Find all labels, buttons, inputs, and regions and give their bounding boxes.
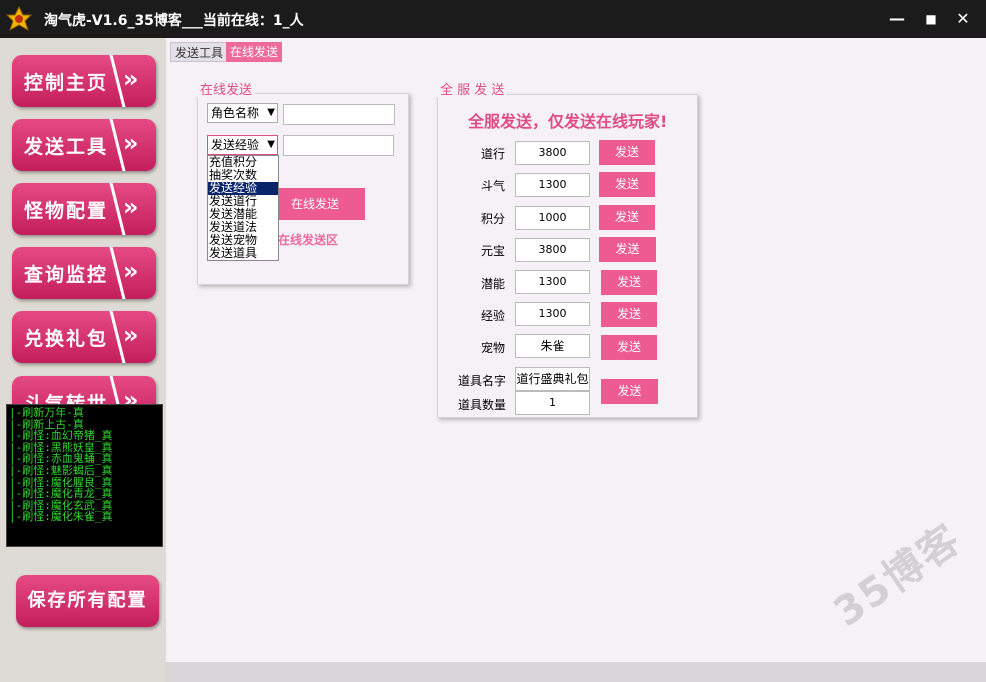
send-potential-button[interactable]: 发送 [601, 270, 657, 295]
online-send-area-label: 在线发送区 [278, 233, 339, 247]
chevron-down-icon: ▼ [267, 107, 275, 118]
log-line: |-刷怪:魔化朱雀_真 [9, 510, 113, 524]
points-input[interactable]: 1000 [515, 206, 590, 230]
row-label-exp: 经验 [480, 309, 505, 323]
nav-label: 控制主页 [24, 72, 109, 94]
double-chevron-right-icon: » [123, 321, 138, 349]
nav-send-tools-button[interactable]: 发送工具 » [12, 119, 156, 171]
nav-monster-config-button[interactable]: 怪物配置 » [12, 183, 156, 235]
target-name-input[interactable] [283, 104, 395, 125]
item-name-input[interactable]: 道行盛典礼包 [515, 367, 590, 391]
send-pet-button[interactable]: 发送 [601, 335, 657, 360]
double-chevron-right-icon: » [123, 257, 138, 285]
item-name-label: 道具名字 [457, 374, 506, 388]
daoxing-input[interactable]: 3800 [515, 141, 590, 165]
douqi-input[interactable]: 1300 [515, 173, 590, 197]
row-label-points: 积分 [480, 212, 505, 226]
send-points-button[interactable]: 发送 [599, 205, 655, 230]
title-bar: 淘气虎-V1.6_35博客___当前在线：1_人 — ■ ✕ [0, 0, 986, 38]
send-item-button[interactable]: 发送 [601, 379, 658, 404]
item-quantity-input[interactable]: 1 [515, 391, 590, 415]
tiger-logo-icon [6, 6, 32, 32]
row-label-yuanbao: 元宝 [480, 244, 505, 258]
nav-label: 怪物配置 [24, 200, 109, 222]
minimize-button[interactable]: — [886, 8, 908, 30]
pet-input[interactable]: 朱雀 [515, 334, 590, 358]
online-send-button[interactable]: 在线发送 [265, 188, 365, 220]
maximize-button[interactable]: ■ [920, 8, 942, 30]
send-type-dropdown-list[interactable]: 充值积分 抽奖次数 发送经验 发送道行 发送潜能 发送道法 发送宠物 发送道具 [207, 155, 279, 261]
send-daoxing-button[interactable]: 发送 [599, 140, 655, 165]
send-douqi-button[interactable]: 发送 [599, 172, 655, 197]
online-send-group-title: 在线发送 [197, 79, 256, 98]
close-button[interactable]: ✕ [952, 8, 974, 30]
chevron-down-icon: ▼ [267, 139, 275, 150]
row-label-daoxing: 道行 [480, 147, 505, 161]
save-all-config-button[interactable]: 保存所有配置 [16, 575, 159, 627]
double-chevron-right-icon: » [123, 65, 138, 93]
send-amount-input[interactable] [283, 135, 394, 156]
row-label-potential: 潜能 [480, 277, 505, 291]
double-chevron-right-icon: » [123, 193, 138, 221]
double-chevron-right-icon: » [123, 129, 138, 157]
exp-input[interactable]: 1300 [515, 302, 590, 326]
nav-label: 查询监控 [24, 264, 109, 286]
nav-redeem-gift-button[interactable]: 兑换礼包 » [12, 311, 156, 363]
item-quantity-label: 道具数量 [457, 398, 506, 412]
potential-input[interactable]: 1300 [515, 270, 590, 294]
nav-label: 兑换礼包 [24, 328, 109, 350]
log-line: |-刷新万年-真 [9, 406, 84, 419]
send-yuanbao-button[interactable]: 发送 [599, 237, 656, 262]
row-label-douqi: 斗气 [480, 179, 505, 193]
log-line: |-刷怪:魅影蝎后_真 [9, 463, 113, 477]
tab-send-tools[interactable]: 发送工具 [170, 42, 229, 62]
status-bar [166, 662, 986, 682]
nav-control-home-button[interactable]: 控制主页 » [12, 55, 156, 107]
row-label-pet: 宠物 [480, 341, 505, 355]
select-value: 角色名称 [211, 106, 260, 120]
nav-query-monitor-button[interactable]: 查询监控 » [12, 247, 156, 299]
window-title: 淘气虎-V1.6_35博客___当前在线：1_人 [44, 13, 304, 29]
broadcast-group-title: 全 服 发 送 [437, 79, 508, 98]
broadcast-heading: 全服发送，仅发送在线玩家! [468, 112, 668, 131]
log-console[interactable]: |-刷新万年-真 |-刷新上古-真 |-刷怪:血幻帝猪_真 |-刷怪:黑熊妖皇_… [6, 404, 163, 547]
target-type-select[interactable]: 角色名称 ▼ [207, 103, 278, 123]
dropdown-option[interactable]: 发送道具 [208, 247, 278, 260]
log-line: |-刷怪:魔化青龙_真 [9, 487, 113, 501]
send-exp-button[interactable]: 发送 [601, 302, 657, 327]
nav-label: 发送工具 [24, 136, 109, 158]
select-value: 发送经验 [211, 138, 260, 152]
tab-online-send[interactable]: 在线发送 [226, 42, 283, 62]
yuanbao-input[interactable]: 3800 [515, 238, 590, 262]
send-type-select[interactable]: 发送经验 ▼ [207, 135, 278, 155]
